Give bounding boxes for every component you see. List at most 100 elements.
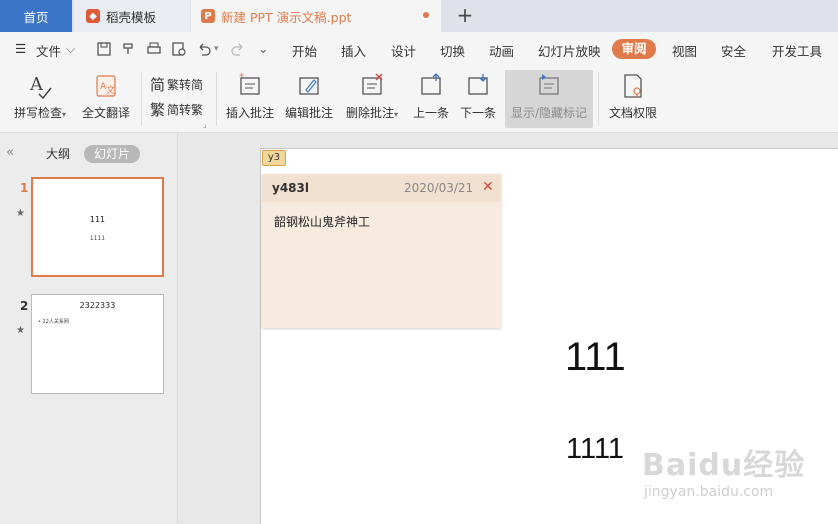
- hamburger-icon[interactable]: ☰: [15, 41, 26, 56]
- menu-file[interactable]: 文件: [36, 41, 61, 60]
- print-icon[interactable]: [146, 41, 162, 57]
- full-translate-label: 全文翻译: [81, 106, 130, 120]
- undo-dropdown-icon[interactable]: ▾: [214, 44, 219, 54]
- delete-comment-icon: [362, 73, 383, 95]
- svg-text:文: 文: [106, 84, 115, 96]
- collapse-panel-icon[interactable]: «: [6, 145, 14, 160]
- menu-start[interactable]: 开始: [292, 41, 317, 60]
- chevron-down-icon[interactable]: ⌵: [66, 41, 75, 57]
- slide-thumbnail-2[interactable]: 2322333 • 22人关系网: [31, 294, 164, 394]
- spell-check-icon: A: [29, 74, 52, 100]
- svg-text:A: A: [29, 74, 44, 95]
- tab-home-label: 首页: [23, 9, 49, 25]
- spell-check-button[interactable]: A 拼写检查▾: [8, 70, 72, 128]
- menu-insert[interactable]: 插入: [341, 41, 366, 60]
- comment-marker[interactable]: y3: [262, 150, 286, 166]
- thumbnail-body: • 22人关系网: [38, 319, 69, 325]
- simp-to-trad-label: 简转繁: [167, 103, 204, 117]
- translate-icon: A文: [96, 75, 116, 97]
- slide-number: 1: [20, 181, 29, 195]
- trad-simp-icon: 简: [150, 76, 166, 94]
- menu-bar: ☰ 文件 ⌵ ▾ ⌄ 开始 插入 设计 切换 动画 幻灯片放映 审阅 视图 安全…: [0, 32, 838, 66]
- ppt-file-icon: P: [201, 9, 215, 23]
- simp-to-trad-button[interactable]: 繁简转繁: [150, 99, 203, 120]
- group-expand-icon[interactable]: ⌟: [203, 120, 207, 129]
- delete-comment-button[interactable]: 删除批注▾: [342, 70, 402, 128]
- thumbnail-body: 1111: [89, 235, 106, 242]
- document-permission-button[interactable]: 文档权限: [606, 70, 660, 128]
- star-icon: ★: [16, 208, 25, 219]
- baidu-watermark-logo: Baidu经验: [642, 448, 806, 483]
- slide-number: 2: [20, 299, 29, 313]
- edit-comment-label: 编辑批注: [284, 106, 333, 120]
- menu-design[interactable]: 设计: [391, 41, 416, 60]
- full-translate-button[interactable]: A文 全文翻译: [78, 70, 134, 128]
- previous-comment-label: 上一条: [412, 106, 449, 120]
- insert-comment-icon: *: [239, 72, 260, 95]
- star-icon: ★: [16, 325, 25, 336]
- menu-security[interactable]: 安全: [721, 41, 746, 60]
- slide-thumbnail-1[interactable]: 111 1111: [31, 177, 164, 277]
- delete-comment-label: 删除批注: [345, 106, 394, 120]
- tab-document-label: 新建 PPT 演示文稿.ppt: [221, 9, 352, 25]
- customize-toolbar-icon[interactable]: ⌄: [258, 41, 268, 56]
- document-permission-icon: [624, 74, 642, 98]
- save-icon[interactable]: [96, 41, 112, 57]
- comment-header: y483l 2020/03/21 ✕: [262, 174, 501, 202]
- thumbnail-title: 2322333: [79, 301, 116, 310]
- next-comment-label: 下一条: [459, 106, 496, 120]
- menu-view[interactable]: 视图: [672, 41, 697, 60]
- previous-comment-icon: [421, 73, 441, 95]
- show-hide-markup-button[interactable]: 显示/隐藏标记: [505, 70, 593, 128]
- unsaved-dot-icon: [423, 12, 429, 18]
- edit-comment-button[interactable]: 编辑批注: [283, 70, 335, 128]
- baidu-watermark-url: jingyan.baidu.com: [644, 484, 774, 500]
- previous-comment-button[interactable]: 上一条: [410, 70, 452, 128]
- menu-transition[interactable]: 切换: [440, 41, 465, 60]
- simp-trad-icon: 繁: [150, 101, 166, 119]
- spell-check-label: 拼写检查: [13, 106, 62, 120]
- tab-template[interactable]: ◆ 稻壳模板: [74, 0, 190, 32]
- insert-comment-button[interactable]: * 插入批注: [224, 70, 276, 128]
- next-comment-button[interactable]: 下一条: [457, 70, 499, 128]
- tab-document[interactable]: P 新建 PPT 演示文稿.ppt: [191, 0, 441, 32]
- slide-navigator: « 大纲 幻灯片 1 ★ 111 1111 2 ★ 2322333 • 22人关…: [0, 133, 178, 523]
- next-comment-icon: [468, 74, 488, 95]
- svg-text:*: *: [239, 72, 244, 83]
- menu-review[interactable]: 审阅: [612, 39, 656, 59]
- show-hide-markup-label: 显示/隐藏标记: [510, 106, 588, 120]
- menu-animation[interactable]: 动画: [489, 41, 514, 60]
- edit-comment-icon: [299, 77, 319, 95]
- print-preview-icon[interactable]: [171, 41, 187, 57]
- docer-logo-icon: ◆: [86, 9, 100, 23]
- tab-template-label: 稻壳模板: [106, 9, 157, 25]
- insert-comment-label: 插入批注: [225, 106, 274, 120]
- new-tab-button[interactable]: +: [455, 5, 475, 27]
- menu-slideshow[interactable]: 幻灯片放映: [538, 41, 601, 60]
- comment-text[interactable]: 韶钢松山鬼斧神工: [274, 213, 370, 230]
- menu-developer[interactable]: 开发工具: [772, 41, 822, 60]
- comment-author: y483l: [272, 181, 309, 195]
- ribbon-divider: [216, 72, 217, 126]
- show-hide-markup-icon: [539, 74, 559, 95]
- tab-home[interactable]: 首页: [0, 0, 72, 32]
- comment-popup: y483l 2020/03/21 ✕ 韶钢松山鬼斧神工: [262, 174, 501, 328]
- ribbon-review: A 拼写检查▾ A文 全文翻译 简繁转简 繁简转繁 ⌟ * 插入批注 编辑批注 …: [0, 66, 838, 133]
- ribbon-divider: [141, 72, 142, 126]
- thumbnail-title: 111: [89, 215, 106, 224]
- ribbon-divider: [598, 72, 599, 126]
- slide-title[interactable]: 111: [565, 335, 626, 380]
- document-permission-label: 文档权限: [608, 106, 657, 120]
- format-painter-icon[interactable]: [121, 41, 137, 57]
- trad-to-simp-button[interactable]: 简繁转简: [150, 74, 203, 95]
- slide-subtitle[interactable]: 1111: [566, 433, 624, 466]
- delete-comment-dropdown-icon[interactable]: ▾: [394, 110, 398, 119]
- redo-icon[interactable]: [230, 41, 246, 57]
- spell-check-dropdown-icon[interactable]: ▾: [62, 110, 66, 119]
- trad-to-simp-label: 繁转简: [167, 78, 204, 92]
- close-icon[interactable]: ✕: [482, 179, 494, 195]
- undo-icon[interactable]: [196, 41, 212, 57]
- comment-date: 2020/03/21: [404, 181, 474, 195]
- tab-outline[interactable]: 大纲: [46, 145, 70, 163]
- tab-slides[interactable]: 幻灯片: [84, 145, 140, 163]
